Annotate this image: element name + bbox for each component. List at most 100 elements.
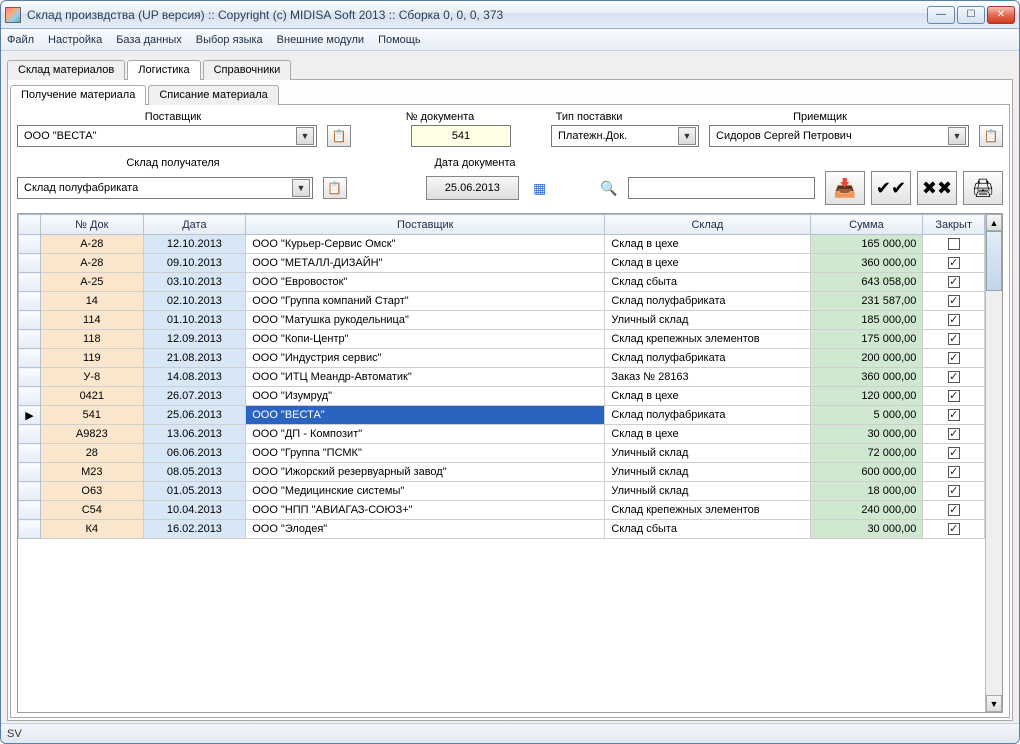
cell-date[interactable]: 01.10.2013	[143, 311, 246, 330]
table-row[interactable]: С5410.04.2013ООО "НПП "АВИАГАЗ-СОЮЗ+"Скл…	[19, 501, 985, 520]
cell-sum[interactable]: 231 587,00	[810, 292, 923, 311]
cell-docno[interactable]: 541	[41, 406, 144, 425]
closed-checkbox[interactable]	[948, 257, 960, 269]
closed-checkbox[interactable]	[948, 485, 960, 497]
cell-supplier[interactable]: ООО "Ижорский резервуарный завод"	[246, 463, 605, 482]
subtab-writeoff-material[interactable]: Списание материала	[148, 85, 278, 105]
cell-sum[interactable]: 200 000,00	[810, 349, 923, 368]
cell-closed[interactable]	[923, 501, 985, 520]
cell-date[interactable]: 08.05.2013	[143, 463, 246, 482]
cell-sum[interactable]: 120 000,00	[810, 387, 923, 406]
cell-docno[interactable]: А-28	[41, 235, 144, 254]
table-row[interactable]: 1402.10.2013ООО "Группа компаний Старт"С…	[19, 292, 985, 311]
cell-warehouse[interactable]: Уличный склад	[605, 444, 810, 463]
cell-date[interactable]: 09.10.2013	[143, 254, 246, 273]
cell-docno[interactable]: А-25	[41, 273, 144, 292]
closed-checkbox[interactable]	[948, 447, 960, 459]
cell-closed[interactable]	[923, 482, 985, 501]
cell-date[interactable]: 01.05.2013	[143, 482, 246, 501]
closed-checkbox[interactable]	[948, 333, 960, 345]
delivery-type-combo[interactable]: Платежн.Док. ▼	[551, 125, 699, 147]
table-row[interactable]: М2308.05.2013ООО "Ижорский резервуарный …	[19, 463, 985, 482]
cell-sum[interactable]: 643 058,00	[810, 273, 923, 292]
closed-checkbox[interactable]	[948, 523, 960, 535]
menu-database[interactable]: База данных	[116, 34, 182, 46]
cell-docno[interactable]: У-8	[41, 368, 144, 387]
table-row[interactable]: 2806.06.2013ООО "Группа "ПСМК"Уличный ск…	[19, 444, 985, 463]
rowheader-column[interactable]	[19, 215, 41, 235]
scroll-down-icon[interactable]: ▼	[986, 695, 1002, 712]
cell-warehouse[interactable]: Заказ № 28163	[605, 368, 810, 387]
cell-sum[interactable]: 360 000,00	[810, 368, 923, 387]
cell-closed[interactable]	[923, 425, 985, 444]
closed-checkbox[interactable]	[948, 504, 960, 516]
cell-warehouse[interactable]: Склад полуфабриката	[605, 292, 810, 311]
cell-closed[interactable]	[923, 444, 985, 463]
receiver-lookup-button[interactable]: 📋	[979, 125, 1003, 147]
cell-closed[interactable]	[923, 330, 985, 349]
cell-docno[interactable]: А-28	[41, 254, 144, 273]
search-icon[interactable]: 🔍	[600, 180, 617, 197]
cell-supplier[interactable]: ООО "МЕТАЛЛ-ДИЗАЙН"	[246, 254, 605, 273]
cell-closed[interactable]	[923, 463, 985, 482]
table-row[interactable]: У-814.08.2013ООО "ИТЦ Меандр-Автоматик"З…	[19, 368, 985, 387]
table-row[interactable]: А-2812.10.2013ООО "Курьер-Сервис Омск"Ск…	[19, 235, 985, 254]
batch-delete-button[interactable]: ✖✖	[917, 171, 957, 205]
dest-warehouse-lookup-button[interactable]: 📋	[323, 177, 347, 199]
subtab-receive-material[interactable]: Получение материала	[10, 85, 146, 105]
table-row[interactable]: 11921.08.2013ООО "Индустрия сервис"Склад…	[19, 349, 985, 368]
closed-checkbox[interactable]	[948, 314, 960, 326]
dest-warehouse-combo[interactable]: Склад полуфабриката ▼	[17, 177, 313, 199]
closed-checkbox[interactable]	[948, 371, 960, 383]
cell-date[interactable]: 26.07.2013	[143, 387, 246, 406]
tab-materials-warehouse[interactable]: Склад материалов	[7, 60, 125, 80]
closed-checkbox[interactable]	[948, 428, 960, 440]
cell-date[interactable]: 03.10.2013	[143, 273, 246, 292]
cell-closed[interactable]	[923, 349, 985, 368]
supplier-combo[interactable]: ООО "ВЕСТА" ▼	[17, 125, 317, 147]
cell-docno[interactable]: К4	[41, 520, 144, 539]
cell-date[interactable]: 02.10.2013	[143, 292, 246, 311]
table-row[interactable]: К416.02.2013ООО "Элодея"Склад сбыта30 00…	[19, 520, 985, 539]
cell-supplier[interactable]: ООО "Евровосток"	[246, 273, 605, 292]
col-supplier[interactable]: Поставщик	[246, 215, 605, 235]
cell-sum[interactable]: 165 000,00	[810, 235, 923, 254]
col-docno[interactable]: № Док	[41, 215, 144, 235]
cell-supplier[interactable]: ООО "Индустрия сервис"	[246, 349, 605, 368]
cell-closed[interactable]	[923, 368, 985, 387]
cell-date[interactable]: 21.08.2013	[143, 349, 246, 368]
cell-date[interactable]: 06.06.2013	[143, 444, 246, 463]
cell-warehouse[interactable]: Уличный склад	[605, 482, 810, 501]
closed-checkbox[interactable]	[948, 352, 960, 364]
closed-checkbox[interactable]	[948, 276, 960, 288]
menu-settings[interactable]: Настройка	[48, 34, 102, 46]
cell-docno[interactable]: М23	[41, 463, 144, 482]
cell-closed[interactable]	[923, 235, 985, 254]
cell-docno[interactable]: А9823	[41, 425, 144, 444]
table-row[interactable]: А982313.06.2013ООО "ДП - Композит"Склад …	[19, 425, 985, 444]
calendar-icon[interactable]: ▦	[529, 177, 551, 199]
cell-warehouse[interactable]: Склад сбыта	[605, 273, 810, 292]
cell-sum[interactable]: 360 000,00	[810, 254, 923, 273]
batch-check-button[interactable]: ✔✔	[871, 171, 911, 205]
cell-sum[interactable]: 5 000,00	[810, 406, 923, 425]
cell-supplier[interactable]: ООО "Курьер-Сервис Омск"	[246, 235, 605, 254]
cell-sum[interactable]: 185 000,00	[810, 311, 923, 330]
scroll-up-icon[interactable]: ▲	[986, 214, 1002, 231]
cell-warehouse[interactable]: Склад полуфабриката	[605, 406, 810, 425]
closed-checkbox[interactable]	[948, 238, 960, 250]
table-row[interactable]: О6301.05.2013ООО "Медицинские системы"Ул…	[19, 482, 985, 501]
supplier-lookup-button[interactable]: 📋	[327, 125, 351, 147]
cell-closed[interactable]	[923, 520, 985, 539]
cell-date[interactable]: 10.04.2013	[143, 501, 246, 520]
cell-sum[interactable]: 72 000,00	[810, 444, 923, 463]
cell-warehouse[interactable]: Склад крепежных элементов	[605, 330, 810, 349]
cell-supplier[interactable]: ООО "ИТЦ Меандр-Автоматик"	[246, 368, 605, 387]
cell-warehouse[interactable]: Склад полуфабриката	[605, 349, 810, 368]
cell-warehouse[interactable]: Склад крепежных элементов	[605, 501, 810, 520]
cell-warehouse[interactable]: Склад в цехе	[605, 425, 810, 444]
cell-docno[interactable]: 14	[41, 292, 144, 311]
cell-date[interactable]: 25.06.2013	[143, 406, 246, 425]
cell-supplier[interactable]: ООО "Элодея"	[246, 520, 605, 539]
cell-supplier[interactable]: ООО "Группа "ПСМК"	[246, 444, 605, 463]
